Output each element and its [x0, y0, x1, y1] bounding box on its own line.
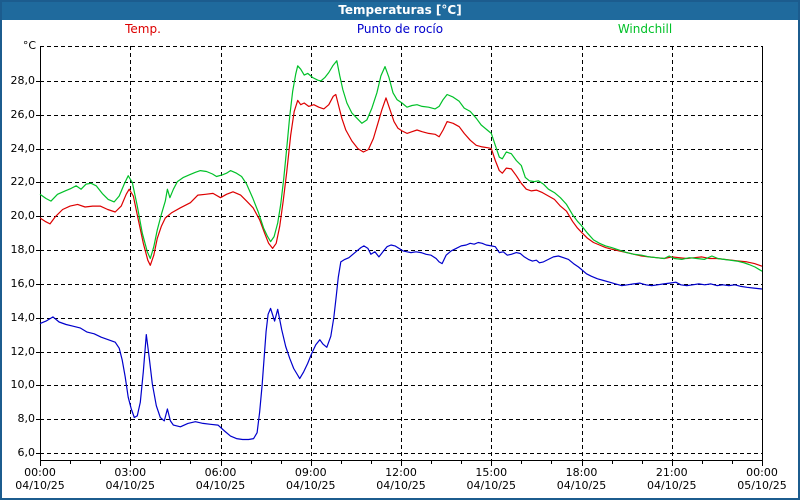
title-bar: Temperaturas [°C]	[0, 0, 800, 20]
app-window: Temperaturas [°C] Temp. Punto de rocío W…	[0, 0, 800, 500]
y-axis-unit-label: °C	[0, 39, 36, 52]
legend: Temp. Punto de rocío Windchill	[0, 22, 800, 38]
plot-area	[0, 0, 800, 500]
legend-item-dew-point: Punto de rocío	[357, 22, 443, 36]
legend-item-windchill: Windchill	[618, 22, 672, 36]
legend-item-temp: Temp.	[125, 22, 161, 36]
chart-title: Temperaturas [°C]	[0, 0, 800, 20]
